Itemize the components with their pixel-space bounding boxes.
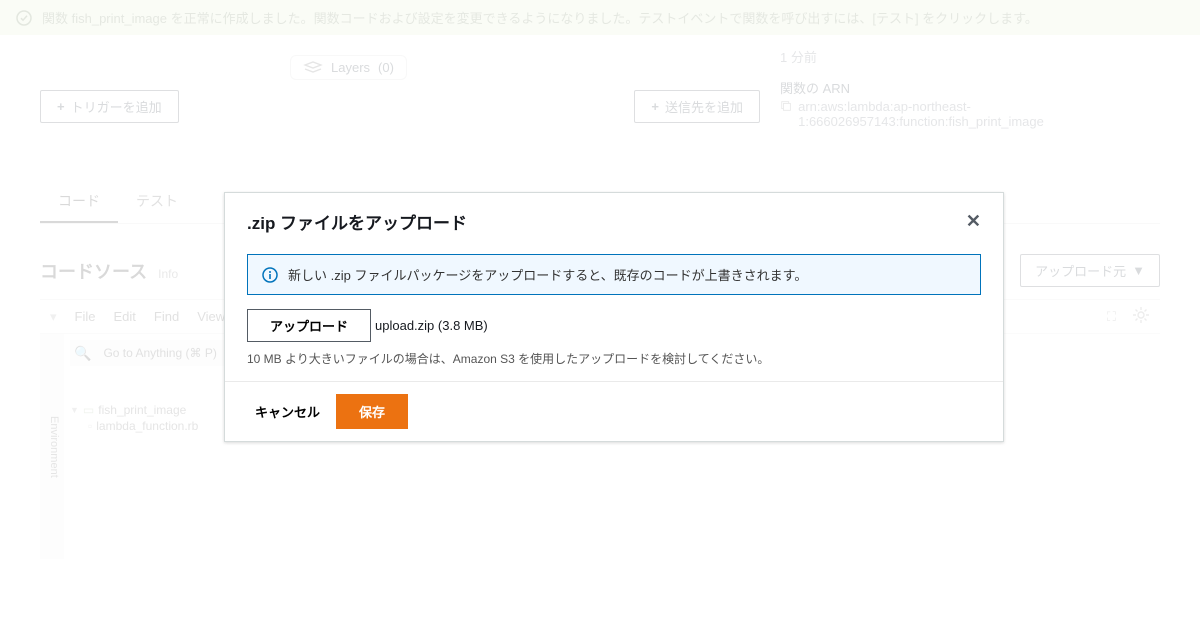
size-hint: 10 MB より大きいファイルの場合は、Amazon S3 を使用したアップロー… [247, 350, 981, 367]
check-circle-icon [16, 10, 32, 26]
menu-edit[interactable]: Edit [113, 309, 135, 324]
success-banner: 関数 fish_print_image を正常に作成しました。関数コードおよび設… [0, 0, 1200, 35]
tab-test[interactable]: テスト [118, 181, 196, 223]
search-icon: 🔍 [74, 345, 91, 362]
code-source-title: コードソース Info [40, 258, 178, 284]
copy-icon[interactable] [780, 99, 792, 113]
goto-input[interactable] [97, 342, 244, 364]
cancel-button[interactable]: キャンセル [247, 394, 328, 429]
file-icon: ▫ [88, 419, 92, 433]
menu-file[interactable]: File [75, 309, 96, 324]
modal-title: .zip ファイルをアップロード [247, 209, 467, 234]
upload-zip-modal: .zip ファイルをアップロード ✕ 新しい .zip ファイルパッケージをアッ… [224, 192, 1004, 442]
editor-env-tab[interactable]: Environment [40, 334, 64, 559]
menu-collapse-icon[interactable]: ▾ [50, 309, 57, 325]
layers-icon [303, 61, 323, 75]
caret-down-icon: ▼ [1132, 263, 1145, 278]
banner-text: 関数 fish_print_image を正常に作成しました。関数コードおよび設… [42, 8, 1038, 27]
add-destination-button[interactable]: 送信先を追加 [634, 90, 760, 123]
arn-label: 関数の ARN [780, 78, 1160, 97]
info-alert: 新しい .zip ファイルパッケージをアップロードすると、既存のコードが上書きさ… [247, 254, 981, 295]
upload-from-button[interactable]: アップロード元 ▼ [1020, 254, 1160, 287]
close-icon[interactable]: ✕ [966, 211, 981, 232]
caret-down-icon: ▼ [70, 405, 79, 415]
last-modified-value: 1 分前 [780, 47, 1160, 66]
tree-root[interactable]: ▼ ▭ fish_print_image [70, 402, 238, 418]
folder-icon: ▭ [83, 403, 94, 417]
tree-file[interactable]: ▫ lambda_function.rb [70, 418, 238, 434]
save-button[interactable]: 保存 [336, 394, 408, 429]
menu-view[interactable]: View [197, 309, 225, 324]
fullscreen-icon[interactable]: ⛶ [1107, 309, 1114, 325]
upload-button[interactable]: アップロード [247, 309, 371, 342]
gear-icon[interactable] [1132, 306, 1150, 327]
uploaded-file-name: upload.zip (3.8 MB) [375, 318, 488, 333]
info-icon [262, 267, 278, 283]
layers-chip[interactable]: Layers (0) [290, 55, 407, 80]
add-trigger-button[interactable]: トリガーを追加 [40, 90, 179, 123]
arn-value: arn:aws:lambda:ap-northeast-1:6660269571… [780, 99, 1160, 129]
tab-code[interactable]: コード [40, 181, 118, 223]
menu-find[interactable]: Find [154, 309, 179, 324]
